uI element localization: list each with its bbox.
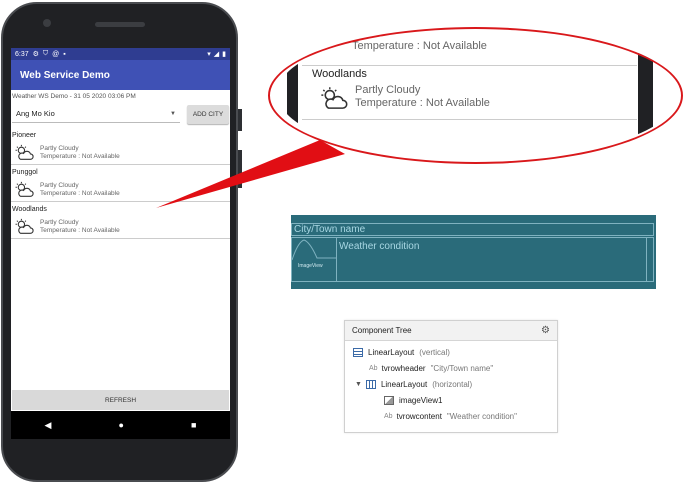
component-tree-title: Component Tree [352,326,412,335]
phone-screen: 6:37 ⚙ ⛉ @ ▪ ▾ ◢ ▮ Web Service Demo Weat… [11,48,230,439]
shield-icon: ⛉ [42,50,49,57]
design-image-label: ImageView [298,263,323,269]
refresh-button[interactable]: REFRESH [12,390,229,410]
city-spinner[interactable]: Ang Mo Kio ▼ [12,106,180,123]
speaker [95,22,145,27]
city-name: Woodlands [12,206,47,213]
city-list: Pioneer Partly Cloudy Temperature : Not … [11,131,230,239]
volume-button [238,150,242,188]
tree-item-name: tvrowheader [381,363,426,373]
tree-item-detail: "City/Town name" [430,363,494,373]
image-placeholder-icon [291,239,337,261]
temperature-text: Temperature : Not Available [40,189,120,197]
zoom-ellipse-outline [268,27,683,164]
subtitle-text: Weather WS Demo - 31 05 2020 03:06 PM [12,93,136,100]
tree-item-tvrowheader[interactable]: Ab tvrowheader "City/Town name" [369,361,493,375]
list-item[interactable]: Punggol Partly Cloudy Temperature : Not … [11,168,230,202]
city-spinner-value: Ang Mo Kio [16,109,55,118]
tree-item-name: imageView1 [399,395,443,405]
battery-icon: ▮ [222,51,226,58]
image-view-icon [384,395,394,405]
tree-item-detail: (horizontal) [432,379,473,389]
tree-item-imageview1[interactable]: imageView1 [384,393,442,407]
design-row-header: City/Town name [291,223,654,236]
design-image-view: ImageView [291,238,337,281]
component-tree-panel: Component Tree ⚙ LinearLayout (vertical)… [344,320,558,433]
app-bar: Web Service Demo [11,60,230,90]
back-icon[interactable]: ◀ [45,420,52,431]
vertical-layout-icon [353,347,363,357]
list-item[interactable]: Woodlands Partly Cloudy Temperature : No… [11,205,230,239]
gear-icon: ⚙ [32,51,39,58]
component-tree-header: Component Tree ⚙ [345,321,557,341]
expand-triangle-icon[interactable]: ▼ [355,381,362,388]
tree-item-detail: (vertical) [419,347,450,357]
condition-text: Partly Cloudy [40,181,79,189]
layout-design-preview: City/Town name ImageView Weather conditi… [291,215,656,289]
add-city-button[interactable]: ADD CITY [187,104,229,124]
partly-cloudy-icon [15,181,34,197]
partly-cloudy-icon [15,218,34,234]
recents-icon[interactable]: ■ [191,420,196,430]
signal-icon: ◢ [213,51,220,58]
tree-item-name: LinearLayout [368,347,415,357]
list-item[interactable]: Pioneer Partly Cloudy Temperature : Not … [11,131,230,165]
camera [43,19,51,27]
partly-cloudy-icon [316,33,330,42]
partly-cloudy-icon [15,144,34,160]
design-divider [646,238,647,281]
sd-icon: ▪ [63,50,66,58]
tree-item-name: LinearLayout [380,379,428,389]
tree-item-linearlayout-horizontal[interactable]: ▼ LinearLayout (horizontal) [355,377,472,391]
status-time: 6:37 [15,50,29,58]
tree-item-linearlayout-vertical[interactable]: LinearLayout (vertical) [353,345,450,359]
design-horizontal-layout: ImageView Weather condition [291,237,654,282]
navigation-bar: ◀ ● ■ [11,411,230,439]
tree-item-detail: "Weather condition" [446,411,517,421]
status-bar: 6:37 ⚙ ⛉ @ ▪ ▾ ◢ ▮ [11,48,230,60]
condition-text: Partly Cloudy [40,144,79,152]
horizontal-layout-icon [365,379,376,389]
wifi-icon: ▾ [207,51,211,58]
gear-icon[interactable]: ⚙ [541,325,550,336]
tree-item-name: tvrowcontent [396,411,442,421]
at-icon: @ [52,50,60,58]
design-row-content: Weather condition [339,241,420,252]
phone-frame: 6:37 ⚙ ⛉ @ ▪ ▾ ◢ ▮ Web Service Demo Weat… [1,2,242,482]
temperature-text: Temperature : Not Available [40,152,120,160]
temperature-text: Temperature : Not Available [40,226,120,234]
dropdown-arrow-icon: ▼ [170,110,176,117]
city-name: Pioneer [12,132,37,139]
app-title: Web Service Demo [20,69,110,81]
textview-icon: Ab [369,364,378,372]
home-icon[interactable]: ● [119,420,124,430]
stage: 6:37 ⚙ ⛉ @ ▪ ▾ ◢ ▮ Web Service Demo Weat… [0,0,697,484]
tree-item-tvrowcontent[interactable]: Ab tvrowcontent "Weather condition" [384,409,517,423]
condition-text: Partly Cloudy [40,218,79,226]
textview-icon: Ab [384,412,393,420]
city-name: Punggol [12,169,38,176]
city-selector-row: Ang Mo Kio ▼ ADD CITY [11,103,230,125]
power-button [238,109,242,131]
